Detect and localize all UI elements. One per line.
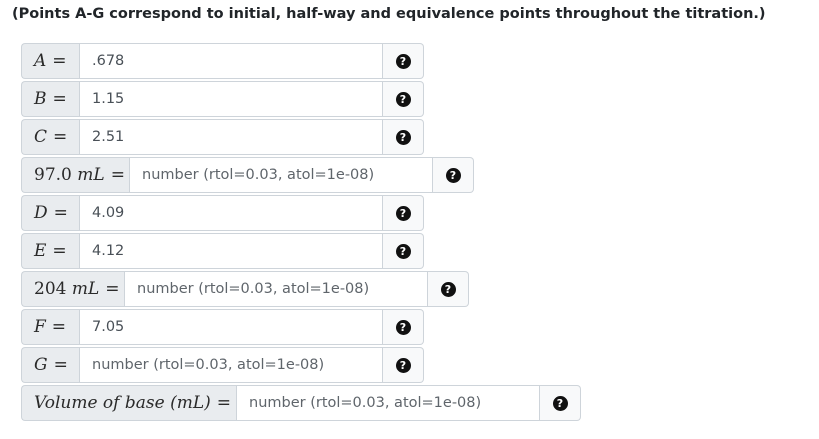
answer-label-d: D = — [21, 195, 79, 231]
answer-row-e: E = 4.12 ? — [21, 233, 424, 269]
question-circle-icon: ? — [395, 205, 411, 221]
label-variable: A — [34, 51, 47, 71]
label-number: 204 — [34, 279, 67, 299]
label-equals: = — [216, 393, 231, 413]
question-circle-icon: ? — [445, 167, 461, 183]
help-button-b[interactable]: ? — [383, 81, 424, 117]
help-button-f[interactable]: ? — [383, 309, 424, 345]
answer-input-c[interactable]: 2.51 — [79, 119, 383, 155]
label-variable: D — [34, 203, 48, 223]
label-number: 97.0 — [34, 165, 72, 185]
answer-row-a: A = .678 ? — [21, 43, 424, 79]
question-circle-icon: ? — [395, 243, 411, 259]
answer-label-e: E = — [21, 233, 79, 269]
help-button-g[interactable]: ? — [383, 347, 424, 383]
instructions-heading: (Points A-G correspond to initial, half-… — [12, 6, 766, 22]
answer-input-b[interactable]: 1.15 — [79, 81, 383, 117]
label-unit: mL — [71, 279, 100, 299]
label-variable: C — [34, 127, 48, 147]
answer-row-volume-97: 97.0 mL = number (rtol=0.03, atol=1e-08) … — [21, 157, 474, 193]
label-equals: = — [52, 51, 67, 71]
label-equals: = — [52, 89, 67, 109]
answer-input-g[interactable]: number (rtol=0.03, atol=1e-08) — [79, 347, 383, 383]
answer-label-volume-of-base: Volume of base (mL) = — [21, 385, 236, 421]
answer-input-a[interactable]: .678 — [79, 43, 383, 79]
question-circle-icon: ? — [440, 281, 456, 297]
answer-label-f: F = — [21, 309, 79, 345]
help-button-a[interactable]: ? — [383, 43, 424, 79]
answer-input-e[interactable]: 4.12 — [79, 233, 383, 269]
help-button-e[interactable]: ? — [383, 233, 424, 269]
answer-label-a: A = — [21, 43, 79, 79]
label-equals: = — [105, 279, 120, 299]
answer-input-volume-of-base[interactable]: number (rtol=0.03, atol=1e-08) — [236, 385, 540, 421]
label-equals: = — [53, 355, 68, 375]
answer-input-volume-97[interactable]: number (rtol=0.03, atol=1e-08) — [129, 157, 433, 193]
label-unit: mL — [77, 165, 105, 185]
question-circle-icon: ? — [552, 395, 568, 411]
label-equals: = — [51, 317, 67, 337]
label-text: Volume of base — [34, 393, 165, 413]
answer-row-d: D = 4.09 ? — [21, 195, 424, 231]
answer-input-f[interactable]: 7.05 — [79, 309, 383, 345]
answer-label-volume-97: 97.0 mL = — [21, 157, 129, 193]
answer-label-g: G = — [21, 347, 79, 383]
label-variable: B — [34, 89, 47, 109]
answer-row-volume-of-base: Volume of base (mL) = number (rtol=0.03, … — [21, 385, 581, 421]
label-unit: (mL) — [170, 393, 211, 413]
answer-row-b: B = 1.15 ? — [21, 81, 424, 117]
answer-input-d[interactable]: 4.09 — [79, 195, 383, 231]
question-circle-icon: ? — [395, 319, 411, 335]
answer-label-b: B = — [21, 81, 79, 117]
answer-row-g: G = number (rtol=0.03, atol=1e-08) ? — [21, 347, 424, 383]
label-equals: = — [52, 241, 67, 261]
question-circle-icon: ? — [395, 53, 411, 69]
answer-row-volume-204: 204 mL = number (rtol=0.03, atol=1e-08) ? — [21, 271, 469, 307]
help-button-d[interactable]: ? — [383, 195, 424, 231]
help-button-c[interactable]: ? — [383, 119, 424, 155]
label-equals: = — [110, 165, 125, 185]
label-equals: = — [53, 203, 68, 223]
answer-row-f: F = 7.05 ? — [21, 309, 424, 345]
answer-input-volume-204[interactable]: number (rtol=0.03, atol=1e-08) — [124, 271, 428, 307]
answer-label-volume-204: 204 mL = — [21, 271, 124, 307]
label-variable: G — [34, 355, 48, 375]
answer-row-c: C = 2.51 ? — [21, 119, 424, 155]
question-circle-icon: ? — [395, 91, 411, 107]
question-circle-icon: ? — [395, 357, 411, 373]
answer-label-c: C = — [21, 119, 79, 155]
label-variable: E — [34, 241, 47, 261]
label-equals: = — [53, 127, 68, 147]
help-button-volume-204[interactable]: ? — [428, 271, 469, 307]
help-button-volume-97[interactable]: ? — [433, 157, 474, 193]
help-button-volume-of-base[interactable]: ? — [540, 385, 581, 421]
question-circle-icon: ? — [395, 129, 411, 145]
label-variable: F — [34, 317, 46, 337]
